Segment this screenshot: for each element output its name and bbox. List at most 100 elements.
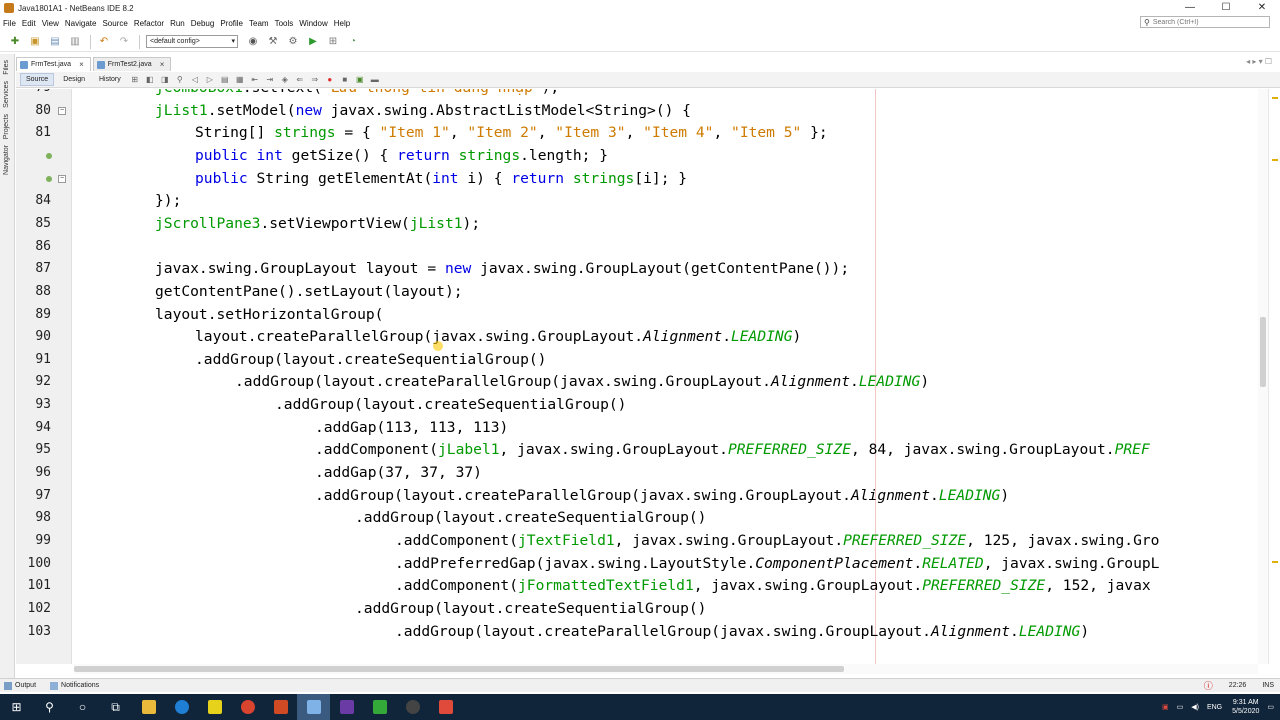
menu-file[interactable]: File (3, 19, 16, 28)
new-project-icon[interactable]: ▣ (28, 35, 42, 49)
code-line[interactable]: .addComponent(jFormattedTextField1, java… (395, 575, 1151, 598)
tab-design[interactable]: Design (58, 74, 90, 85)
code-line[interactable]: public String getElementAt(int i) { retu… (195, 168, 687, 191)
file-explorer-icon[interactable] (132, 694, 165, 720)
record-macro-icon[interactable]: ● (325, 75, 335, 85)
fold-toggle-icon[interactable]: − (58, 174, 66, 183)
hammer-icon[interactable]: ⚒ (266, 35, 280, 49)
menu-profile[interactable]: Profile (220, 19, 243, 28)
menu-window[interactable]: Window (299, 19, 327, 28)
sticky-notes-icon[interactable] (198, 694, 231, 720)
code-line[interactable]: .addGroup(layout.createSequentialGroup() (275, 394, 626, 417)
sidebar-files[interactable]: Files (3, 60, 10, 75)
menu-team[interactable]: Team (249, 19, 269, 28)
new-file-icon[interactable]: ✚ (8, 35, 22, 49)
uncomment-icon[interactable]: ▬ (370, 75, 380, 85)
override-marker-icon[interactable] (46, 175, 52, 182)
profile-icon[interactable]: ◔ (346, 35, 360, 49)
last-edit-icon[interactable]: ⊞ (130, 75, 140, 85)
close-icon[interactable]: × (79, 60, 84, 69)
search-input[interactable] (1152, 18, 1263, 26)
code-line[interactable]: .addGroup(layout.createSequentialGroup() (195, 349, 546, 372)
redo-icon[interactable]: ↷ (117, 35, 131, 49)
toggle-rect-icon[interactable]: ▦ (235, 75, 245, 85)
cortana-icon[interactable]: ○ (66, 694, 99, 720)
code-line[interactable]: layout.setHorizontalGroup( (155, 304, 383, 327)
tab-frmtest[interactable]: FrmTest.java × (16, 57, 91, 71)
back-icon[interactable]: ◧ (145, 75, 155, 85)
scrollbar-thumb[interactable] (1260, 317, 1266, 387)
close-icon[interactable]: × (160, 60, 165, 69)
fold-toggle-icon[interactable]: − (58, 106, 66, 115)
clean-build-icon[interactable]: ⚙ (286, 35, 300, 49)
code-line[interactable]: .addGroup(layout.createParallelGroup(jav… (235, 371, 929, 394)
maximize-button[interactable]: ☐ (1208, 0, 1244, 16)
code-line[interactable]: jScrollPane3.setViewportView(jList1); (155, 213, 480, 236)
override-marker-icon[interactable] (46, 152, 52, 159)
menu-navigate[interactable]: Navigate (65, 19, 97, 28)
debug-icon[interactable]: ⊞ (326, 35, 340, 49)
config-select[interactable]: <default config> ▾ (146, 35, 238, 48)
code-line[interactable]: .addGroup(layout.createParallelGroup(jav… (395, 621, 1089, 644)
warning-mark[interactable] (1272, 561, 1278, 563)
volume-icon[interactable]: ◀) (1191, 703, 1199, 711)
code-line[interactable]: String[] strings = { "Item 1", "Item 2",… (195, 122, 828, 145)
menu-source[interactable]: Source (102, 19, 127, 28)
code-line[interactable]: layout.createParallelGroup(javax.swing.G… (195, 326, 801, 349)
task-view-icon[interactable]: ⧉ (99, 694, 132, 720)
start-icon[interactable]: ⊞ (0, 694, 33, 720)
recorder-icon[interactable] (429, 694, 462, 720)
code-line[interactable]: jList1.setModel(new javax.swing.Abstract… (155, 100, 691, 123)
code-line[interactable]: getContentPane().setLayout(layout); (155, 281, 463, 304)
tab-history[interactable]: History (94, 74, 126, 85)
code-line[interactable]: .addComponent(jLabel1, javax.swing.Group… (315, 439, 1150, 462)
horizontal-scrollbar[interactable] (74, 664, 1258, 674)
menu-debug[interactable]: Debug (191, 19, 215, 28)
notifications-panel-button[interactable]: Notifications (50, 681, 99, 690)
visual-studio-icon[interactable] (330, 694, 363, 720)
notification-center-icon[interactable]: ▭ (1267, 703, 1274, 711)
toggle-highlight-icon[interactable]: ▤ (220, 75, 230, 85)
next-bookmark-icon[interactable]: ⇥ (265, 75, 275, 85)
output-panel-button[interactable]: Output (4, 681, 36, 690)
menu-run[interactable]: Run (170, 19, 185, 28)
vertical-scrollbar[interactable] (1258, 89, 1268, 664)
code-editor[interactable]: jComboBox1.setText("Lưu thông tin đăng n… (74, 89, 1258, 664)
clock[interactable]: 9:31 AM 5/5/2020 (1232, 698, 1259, 716)
menu-refactor[interactable]: Refactor (134, 19, 164, 28)
sidebar-services[interactable]: Services (3, 81, 10, 108)
tray-app-icon[interactable]: ▣ (1162, 703, 1169, 711)
open-project-icon[interactable]: ▤ (48, 35, 62, 49)
find-next-icon[interactable]: ▷ (205, 75, 215, 85)
code-line[interactable]: .addPreferredGap(javax.swing.LayoutStyle… (395, 553, 1159, 576)
find-prev-icon[interactable]: ◁ (190, 75, 200, 85)
code-line[interactable]: }); (155, 190, 181, 213)
code-line[interactable]: .addGap(37, 37, 37) (315, 462, 482, 485)
chrome-icon[interactable] (231, 694, 264, 720)
camtasia-icon[interactable] (363, 694, 396, 720)
save-all-icon[interactable]: ▥ (68, 35, 82, 49)
menu-help[interactable]: Help (334, 19, 350, 28)
tab-source[interactable]: Source (20, 73, 55, 86)
minimize-button[interactable]: — (1172, 0, 1208, 16)
obs-icon[interactable] (396, 694, 429, 720)
menu-tools[interactable]: Tools (275, 19, 294, 28)
tab-nav-icons[interactable]: ◂ ▸ ▾ ☐ (1246, 57, 1272, 66)
shift-right-icon[interactable]: ⇒ (310, 75, 320, 85)
network-icon[interactable]: ▭ (1177, 703, 1184, 711)
code-line[interactable]: .addGroup(layout.createSequentialGroup() (355, 507, 706, 530)
code-line[interactable]: jComboBox1.setText("Lưu thông tin đăng n… (155, 89, 559, 100)
search-icon[interactable]: ⚲ (33, 694, 66, 720)
prev-bookmark-icon[interactable]: ⇤ (250, 75, 260, 85)
find-icon[interactable]: ⚲ (175, 75, 185, 85)
sidebar-projects[interactable]: Projects (3, 114, 10, 139)
tab-frmtest2[interactable]: FrmTest2.java × (92, 57, 172, 71)
code-line[interactable]: .addGroup(layout.createSequentialGroup() (355, 598, 706, 621)
undo-icon[interactable]: ↶ (97, 35, 111, 49)
warning-icon[interactable]: ⓘ (1204, 679, 1213, 692)
powerpoint-icon[interactable] (264, 694, 297, 720)
edge-icon[interactable] (165, 694, 198, 720)
code-line[interactable]: .addGroup(layout.createParallelGroup(jav… (315, 485, 1009, 508)
error-stripe[interactable] (1268, 89, 1280, 664)
shift-left-icon[interactable]: ⇐ (295, 75, 305, 85)
